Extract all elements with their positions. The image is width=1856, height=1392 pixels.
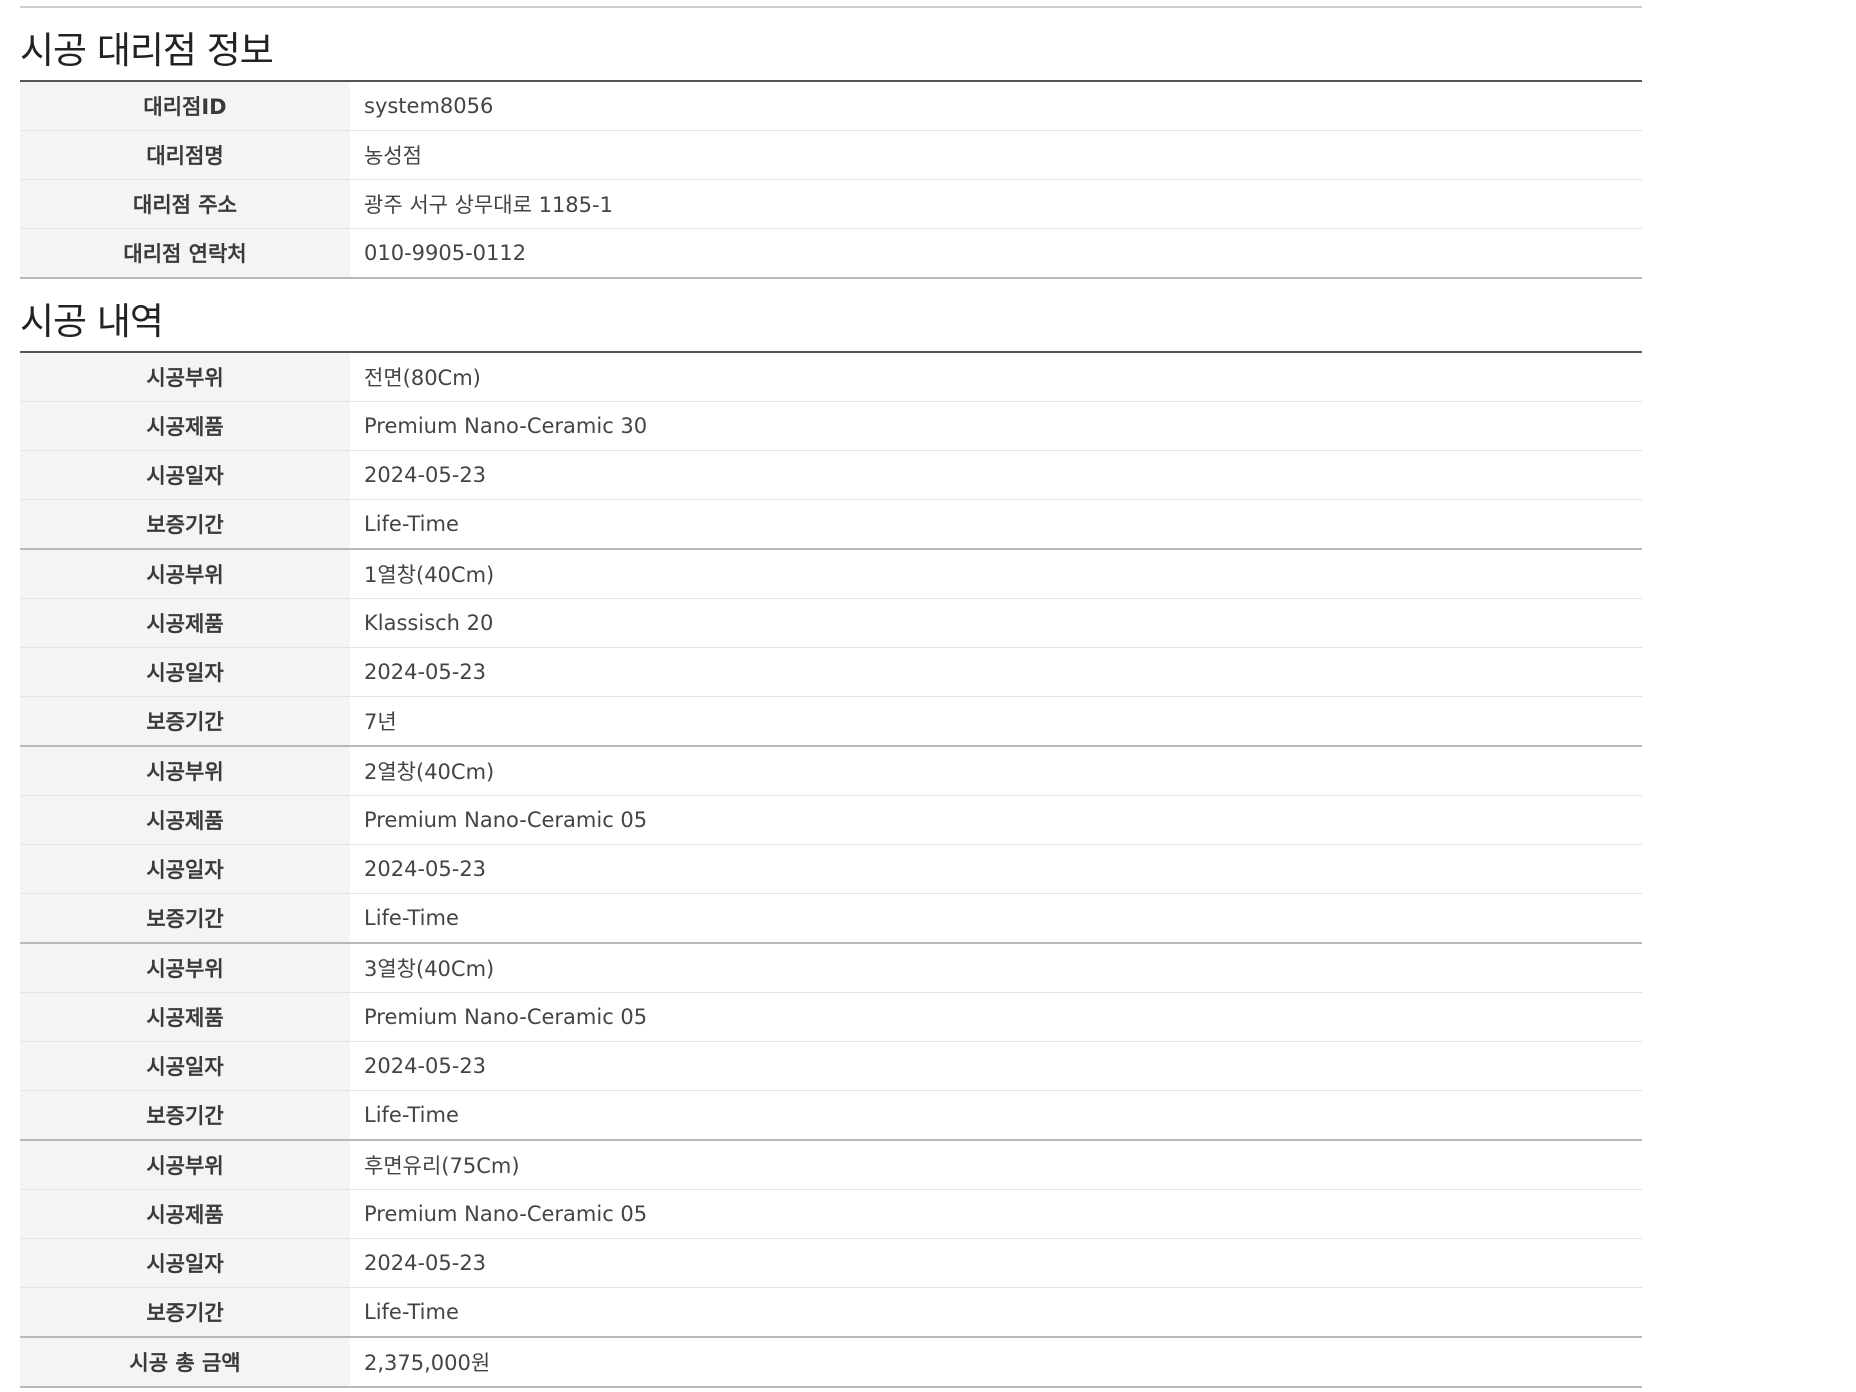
date-label: 시공일자	[20, 1041, 350, 1091]
part-label: 시공부위	[20, 549, 350, 599]
date-value: 2024-05-23	[350, 647, 1642, 697]
history-product-row: 시공제품 Premium Nano-Ceramic 05	[20, 1189, 1642, 1239]
product-value: Premium Nano-Ceramic 30	[350, 401, 1642, 451]
agency-id-row: 대리점ID system8056	[20, 81, 1642, 131]
history-warranty-row: 보증기간 7년	[20, 696, 1642, 747]
part-value: 전면(80Cm)	[350, 352, 1642, 402]
part-label: 시공부위	[20, 943, 350, 993]
history-date-row: 시공일자 2024-05-23	[20, 647, 1642, 697]
agency-name-label: 대리점명	[20, 130, 350, 180]
agency-contact-label: 대리점 연락처	[20, 228, 350, 279]
total-amount-label: 시공 총 금액	[20, 1337, 350, 1388]
date-value: 2024-05-23	[350, 1041, 1642, 1091]
part-label: 시공부위	[20, 746, 350, 796]
history-part-row: 시공부위 3열창(40Cm)	[20, 943, 1642, 993]
part-value: 3열창(40Cm)	[350, 943, 1642, 993]
date-label: 시공일자	[20, 1238, 350, 1288]
agency-contact-row: 대리점 연락처 010-9905-0112	[20, 228, 1642, 279]
history-date-row: 시공일자 2024-05-23	[20, 1041, 1642, 1091]
agency-name-value: 농성점	[350, 130, 1642, 180]
warranty-value: Life-Time	[350, 893, 1642, 944]
date-value: 2024-05-23	[350, 450, 1642, 500]
history-warranty-row: 보증기간 Life-Time	[20, 1090, 1642, 1141]
agency-id-value: system8056	[350, 81, 1642, 131]
product-label: 시공제품	[20, 992, 350, 1042]
history-date-row: 시공일자 2024-05-23	[20, 844, 1642, 894]
warranty-page: 시공 대리점 정보 대리점ID system8056 대리점명 농성점 대리점 …	[20, 0, 1642, 1388]
warranty-value: Life-Time	[350, 499, 1642, 550]
history-warranty-row: 보증기간 Life-Time	[20, 499, 1642, 550]
part-value: 2열창(40Cm)	[350, 746, 1642, 796]
part-label: 시공부위	[20, 352, 350, 402]
history-product-row: 시공제품 Premium Nano-Ceramic 05	[20, 795, 1642, 845]
date-label: 시공일자	[20, 450, 350, 500]
agency-address-row: 대리점 주소 광주 서구 상무대로 1185-1	[20, 179, 1642, 229]
total-amount-value: 2,375,000원	[350, 1337, 1642, 1388]
date-value: 2024-05-23	[350, 1238, 1642, 1288]
history-part-row: 시공부위 후면유리(75Cm)	[20, 1140, 1642, 1190]
product-label: 시공제품	[20, 401, 350, 451]
date-value: 2024-05-23	[350, 844, 1642, 894]
history-section-title: 시공 내역	[20, 300, 164, 343]
product-value: Premium Nano-Ceramic 05	[350, 795, 1642, 845]
history-product-row: 시공제품 Premium Nano-Ceramic 30	[20, 401, 1642, 451]
warranty-label: 보증기간	[20, 1287, 350, 1338]
part-value: 1열창(40Cm)	[350, 549, 1642, 599]
history-part-row: 시공부위 1열창(40Cm)	[20, 549, 1642, 599]
warranty-value: 7년	[350, 696, 1642, 747]
history-product-row: 시공제품 Premium Nano-Ceramic 05	[20, 992, 1642, 1042]
agency-info-table: 대리점ID system8056 대리점명 농성점 대리점 주소 광주 서구 상…	[20, 80, 1642, 279]
warranty-value: Life-Time	[350, 1090, 1642, 1141]
product-label: 시공제품	[20, 598, 350, 648]
product-label: 시공제품	[20, 795, 350, 845]
date-label: 시공일자	[20, 844, 350, 894]
history-date-row: 시공일자 2024-05-23	[20, 1238, 1642, 1288]
agency-section-title: 시공 대리점 정보	[20, 29, 274, 72]
warranty-label: 보증기간	[20, 1090, 350, 1141]
total-amount-row: 시공 총 금액 2,375,000원	[20, 1337, 1642, 1388]
warranty-label: 보증기간	[20, 696, 350, 747]
agency-address-value: 광주 서구 상무대로 1185-1	[350, 179, 1642, 229]
warranty-label: 보증기간	[20, 499, 350, 550]
product-value: Premium Nano-Ceramic 05	[350, 1189, 1642, 1239]
product-value: Klassisch 20	[350, 598, 1642, 648]
history-product-row: 시공제품 Klassisch 20	[20, 598, 1642, 648]
history-warranty-row: 보증기간 Life-Time	[20, 893, 1642, 944]
history-date-row: 시공일자 2024-05-23	[20, 450, 1642, 500]
agency-contact-value: 010-9905-0112	[350, 228, 1642, 279]
product-label: 시공제품	[20, 1189, 350, 1239]
part-value: 후면유리(75Cm)	[350, 1140, 1642, 1190]
history-part-row: 시공부위 전면(80Cm)	[20, 352, 1642, 402]
warranty-value: Life-Time	[350, 1287, 1642, 1338]
top-divider	[20, 0, 1642, 8]
history-warranty-row: 보증기간 Life-Time	[20, 1287, 1642, 1338]
agency-address-label: 대리점 주소	[20, 179, 350, 229]
product-value: Premium Nano-Ceramic 05	[350, 992, 1642, 1042]
agency-id-label: 대리점ID	[20, 81, 350, 131]
warranty-label: 보증기간	[20, 893, 350, 944]
part-label: 시공부위	[20, 1140, 350, 1190]
history-part-row: 시공부위 2열창(40Cm)	[20, 746, 1642, 796]
date-label: 시공일자	[20, 647, 350, 697]
agency-name-row: 대리점명 농성점	[20, 130, 1642, 180]
history-table: 시공부위 전면(80Cm) 시공제품 Premium Nano-Ceramic …	[20, 351, 1642, 1388]
